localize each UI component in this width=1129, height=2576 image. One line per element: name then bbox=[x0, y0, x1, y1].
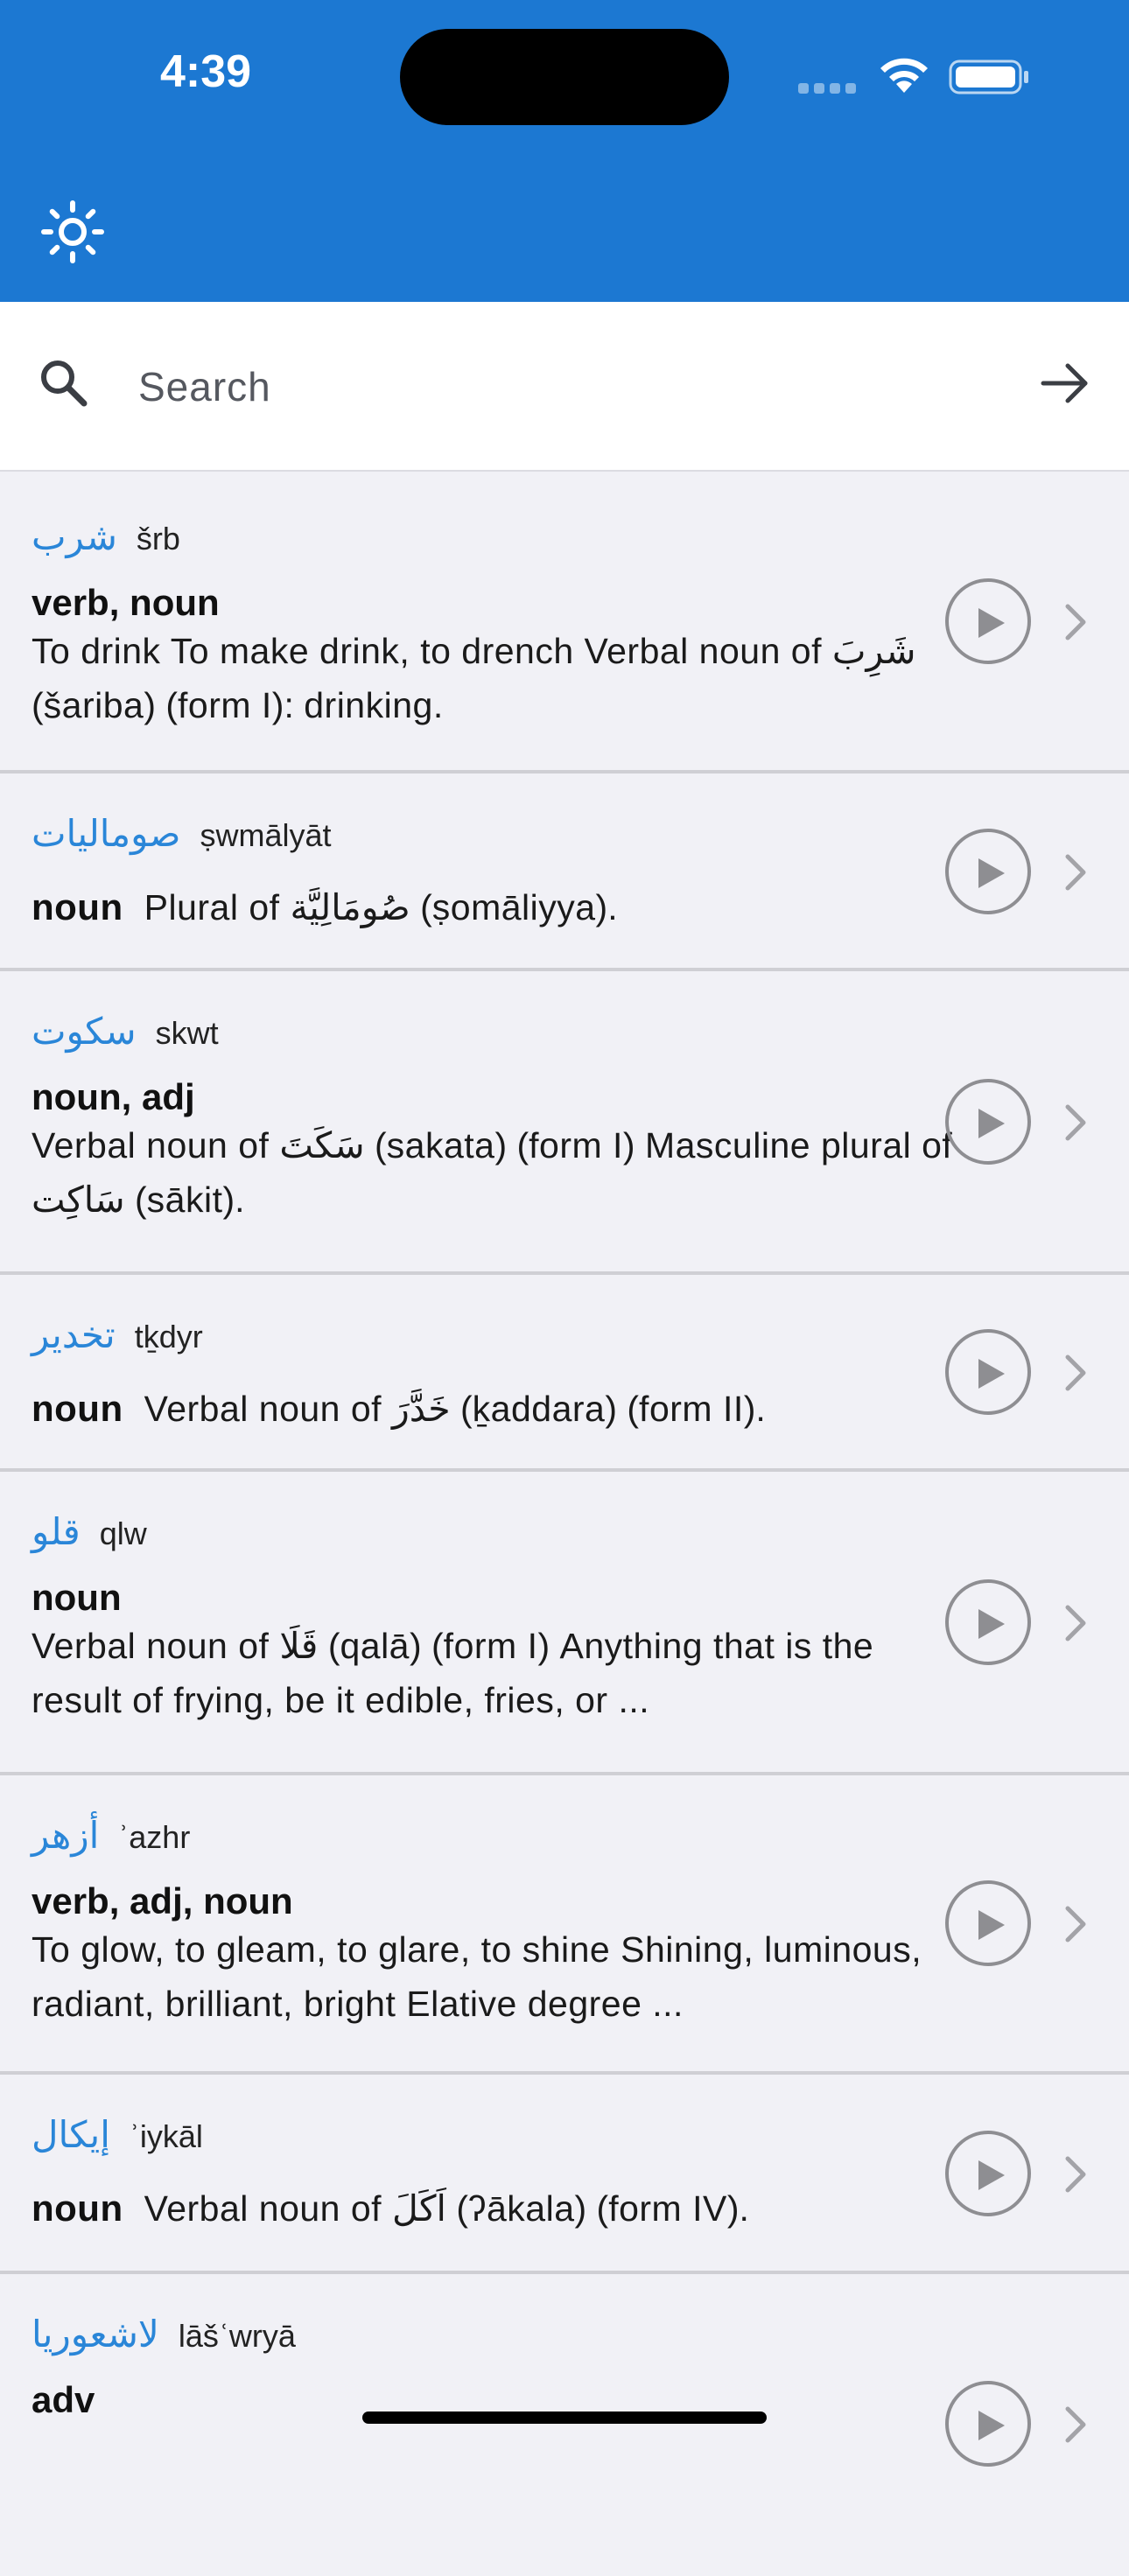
play-icon bbox=[978, 1359, 1005, 1389]
play-icon bbox=[978, 608, 1005, 638]
definition: To glow, to gleam, to glare, to shine Sh… bbox=[32, 1929, 922, 2024]
transliteration: ʾiykāl bbox=[129, 2118, 203, 2154]
signal-icon bbox=[798, 80, 861, 97]
transliteration: qlw bbox=[99, 1516, 147, 1551]
play-button[interactable] bbox=[945, 1579, 1031, 1665]
part-of-speech: noun bbox=[32, 2188, 123, 2229]
definition: Verbal noun of قَلَا (qalā) (form I) Any… bbox=[32, 1626, 874, 1720]
transliteration: skwt bbox=[155, 1015, 219, 1051]
arabic-word: إيكال bbox=[32, 2113, 110, 2156]
list-item[interactable]: تخدير tḵdyr noun Verbal noun of خَدَّرَ (… bbox=[0, 1275, 1129, 1472]
play-button[interactable] bbox=[945, 2381, 1031, 2467]
wifi-icon bbox=[880, 58, 928, 93]
chevron-right-icon bbox=[1065, 1354, 1086, 1391]
arabic-word: قلو bbox=[32, 1510, 81, 1553]
dynamic-island bbox=[400, 29, 729, 125]
transliteration: tḵdyr bbox=[134, 1319, 203, 1354]
chevron-right-icon bbox=[1065, 854, 1086, 891]
sun-icon[interactable] bbox=[40, 200, 105, 264]
transliteration: šrb bbox=[136, 521, 180, 556]
arabic-word: شرب bbox=[32, 515, 117, 558]
transliteration: lāšʿwryā bbox=[178, 2318, 296, 2354]
part-of-speech: noun bbox=[32, 886, 123, 928]
play-icon bbox=[978, 1109, 1005, 1138]
play-button[interactable] bbox=[945, 2131, 1031, 2216]
transliteration: ṣwmālyāt bbox=[200, 817, 332, 853]
definition: Verbal noun of خَدَّرَ (ḵaddara) (form I… bbox=[144, 1389, 766, 1429]
definition: Verbal noun of سَكَتَ (sakata) (form I) … bbox=[32, 1125, 953, 1220]
transliteration: ʾazhr bbox=[118, 1819, 191, 1855]
part-of-speech: verb, adj, noun bbox=[32, 1880, 293, 1922]
list-item[interactable]: صوماليات ṣwmālyāt noun Plural of صُومَالِ… bbox=[0, 774, 1129, 971]
arrow-right-icon[interactable] bbox=[1036, 354, 1094, 412]
battery-icon bbox=[949, 60, 1028, 94]
list-item[interactable]: قلو qlw noun Verbal noun of قَلَا (qalā)… bbox=[0, 1472, 1129, 1775]
definition: Verbal noun of اَكَلَ (ʔākala) (form IV)… bbox=[144, 2188, 749, 2229]
list-item[interactable]: إيكال ʾiykāl noun Verbal noun of اَكَلَ (… bbox=[0, 2075, 1129, 2274]
part-of-speech: noun, adj bbox=[32, 1076, 195, 1117]
chevron-right-icon bbox=[1065, 604, 1086, 640]
arabic-word: تخدير bbox=[32, 1313, 116, 1356]
play-button[interactable] bbox=[945, 1880, 1031, 1966]
status-time: 4:39 bbox=[160, 46, 252, 97]
results-list: شرب šrb verb, noun To drink To make drin… bbox=[0, 472, 1129, 2576]
arabic-word: صوماليات bbox=[32, 812, 181, 855]
chevron-right-icon bbox=[1065, 2406, 1086, 2443]
search-input[interactable] bbox=[137, 353, 980, 421]
part-of-speech: noun bbox=[32, 1577, 122, 1618]
definition: To drink To make drink, to drench Verbal… bbox=[32, 631, 916, 725]
arabic-word: أزهر bbox=[32, 1814, 100, 1857]
play-button[interactable] bbox=[945, 829, 1031, 914]
search-icon bbox=[41, 360, 88, 407]
arabic-word: سكوت bbox=[32, 1010, 137, 1053]
home-indicator bbox=[362, 2412, 767, 2424]
chevron-right-icon bbox=[1065, 1605, 1086, 1642]
search-bar bbox=[0, 302, 1129, 472]
play-icon bbox=[978, 1609, 1005, 1639]
part-of-speech: verb, noun bbox=[32, 582, 220, 623]
list-item[interactable]: أزهر ʾazhr verb, adj, noun To glow, to g… bbox=[0, 1775, 1129, 2075]
play-button[interactable] bbox=[945, 578, 1031, 664]
status-icons bbox=[798, 54, 1034, 98]
list-item[interactable]: سكوت skwt noun, adj Verbal noun of سَكَت… bbox=[0, 971, 1129, 1275]
play-button[interactable] bbox=[945, 1329, 1031, 1415]
chevron-right-icon bbox=[1065, 2156, 1086, 2193]
chevron-right-icon bbox=[1065, 1906, 1086, 1942]
play-button[interactable] bbox=[945, 1079, 1031, 1165]
arabic-word: لاشعوريا bbox=[32, 2313, 159, 2356]
play-icon bbox=[978, 2411, 1005, 2440]
app-bar: 4:39 bbox=[0, 0, 1129, 302]
part-of-speech: noun bbox=[32, 1388, 123, 1429]
play-icon bbox=[978, 858, 1005, 888]
list-item[interactable]: لاشعوريا lāšʿwryā adv bbox=[0, 2274, 1129, 2576]
play-icon bbox=[978, 1910, 1005, 1940]
play-icon bbox=[978, 2160, 1005, 2190]
chevron-right-icon bbox=[1065, 1104, 1086, 1141]
list-item[interactable]: شرب šrb verb, noun To drink To make drin… bbox=[0, 472, 1129, 774]
definition: Plural of صُومَالِيَّة (ṣomāliyya). bbox=[144, 887, 618, 928]
